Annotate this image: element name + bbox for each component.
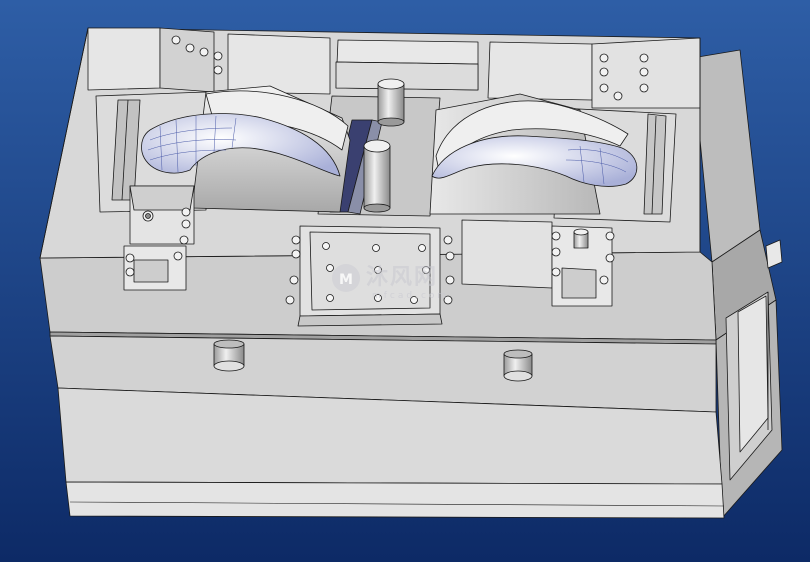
mf-logo-icon: M bbox=[332, 264, 360, 292]
front-guide-bolt-right bbox=[503, 349, 533, 382]
ejector-pin-right bbox=[573, 228, 589, 249]
top-left-wide-block bbox=[227, 33, 331, 95]
top-right-wide-block bbox=[487, 41, 593, 101]
svg-text:M: M bbox=[339, 272, 353, 288]
center-front-lip bbox=[297, 313, 443, 327]
right-lower-block bbox=[461, 219, 553, 289]
cad-3d-viewport[interactable]: M 沐风网 mfcad.com bbox=[0, 0, 810, 562]
sprue-pin-lower bbox=[363, 139, 391, 213]
sprue-pin-upper bbox=[377, 78, 405, 127]
watermark-text: 沐风网 bbox=[366, 265, 438, 290]
mold-front-base-plate bbox=[65, 481, 725, 519]
front-guide-bolt-left bbox=[213, 339, 245, 372]
top-left-clamp-block bbox=[87, 27, 161, 91]
watermark-sub: mfcad.com bbox=[372, 291, 449, 301]
